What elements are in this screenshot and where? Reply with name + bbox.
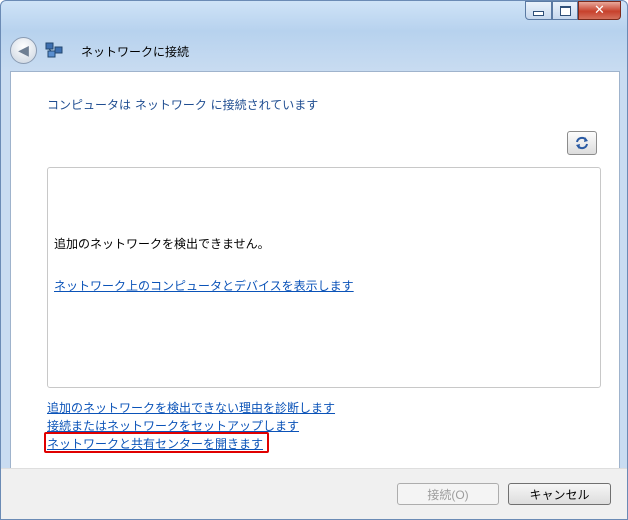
caption-buttons: ✕ [525, 1, 621, 21]
view-computers-link[interactable]: ネットワーク上のコンピュータとデバイスを表示します [54, 277, 354, 294]
footer-bar: 接続(O) キャンセル [1, 468, 627, 519]
content-panel: コンピュータは ネットワーク に接続されています 追加のネットワークを検出できま… [10, 71, 620, 470]
network-list: 追加のネットワークを検出できません。 ネットワーク上のコンピュータとデバイスを表… [47, 167, 601, 388]
connect-button[interactable]: 接続(O) [397, 483, 499, 505]
no-network-message: 追加のネットワークを検出できません。 [54, 237, 270, 251]
cancel-button[interactable]: キャンセル [508, 483, 611, 505]
highlight-box [44, 432, 269, 453]
refresh-button[interactable] [567, 131, 597, 155]
refresh-icon [576, 136, 588, 150]
connection-status-heading: コンピュータは ネットワーク に接続されています [47, 98, 319, 112]
back-arrow-icon: ◀ [18, 42, 29, 59]
diagnose-link[interactable]: 追加のネットワークを検出できない理由を診断します [47, 399, 335, 416]
close-button[interactable]: ✕ [578, 1, 621, 20]
back-button[interactable]: ◀ [10, 37, 37, 64]
navigation-bar: ◀ ネットワークに接続 [1, 25, 627, 71]
minimize-icon [533, 11, 544, 16]
connect-to-network-window: ✕ ◀ ネットワークに接続 コンピュータは ネットワーク に接続されています 追… [0, 0, 628, 520]
window-title: ネットワークに接続 [81, 45, 190, 59]
minimize-button[interactable] [525, 1, 552, 20]
maximize-icon [559, 5, 571, 16]
network-icon [45, 42, 63, 58]
close-icon: ✕ [594, 3, 605, 18]
maximize-button[interactable] [552, 1, 578, 20]
